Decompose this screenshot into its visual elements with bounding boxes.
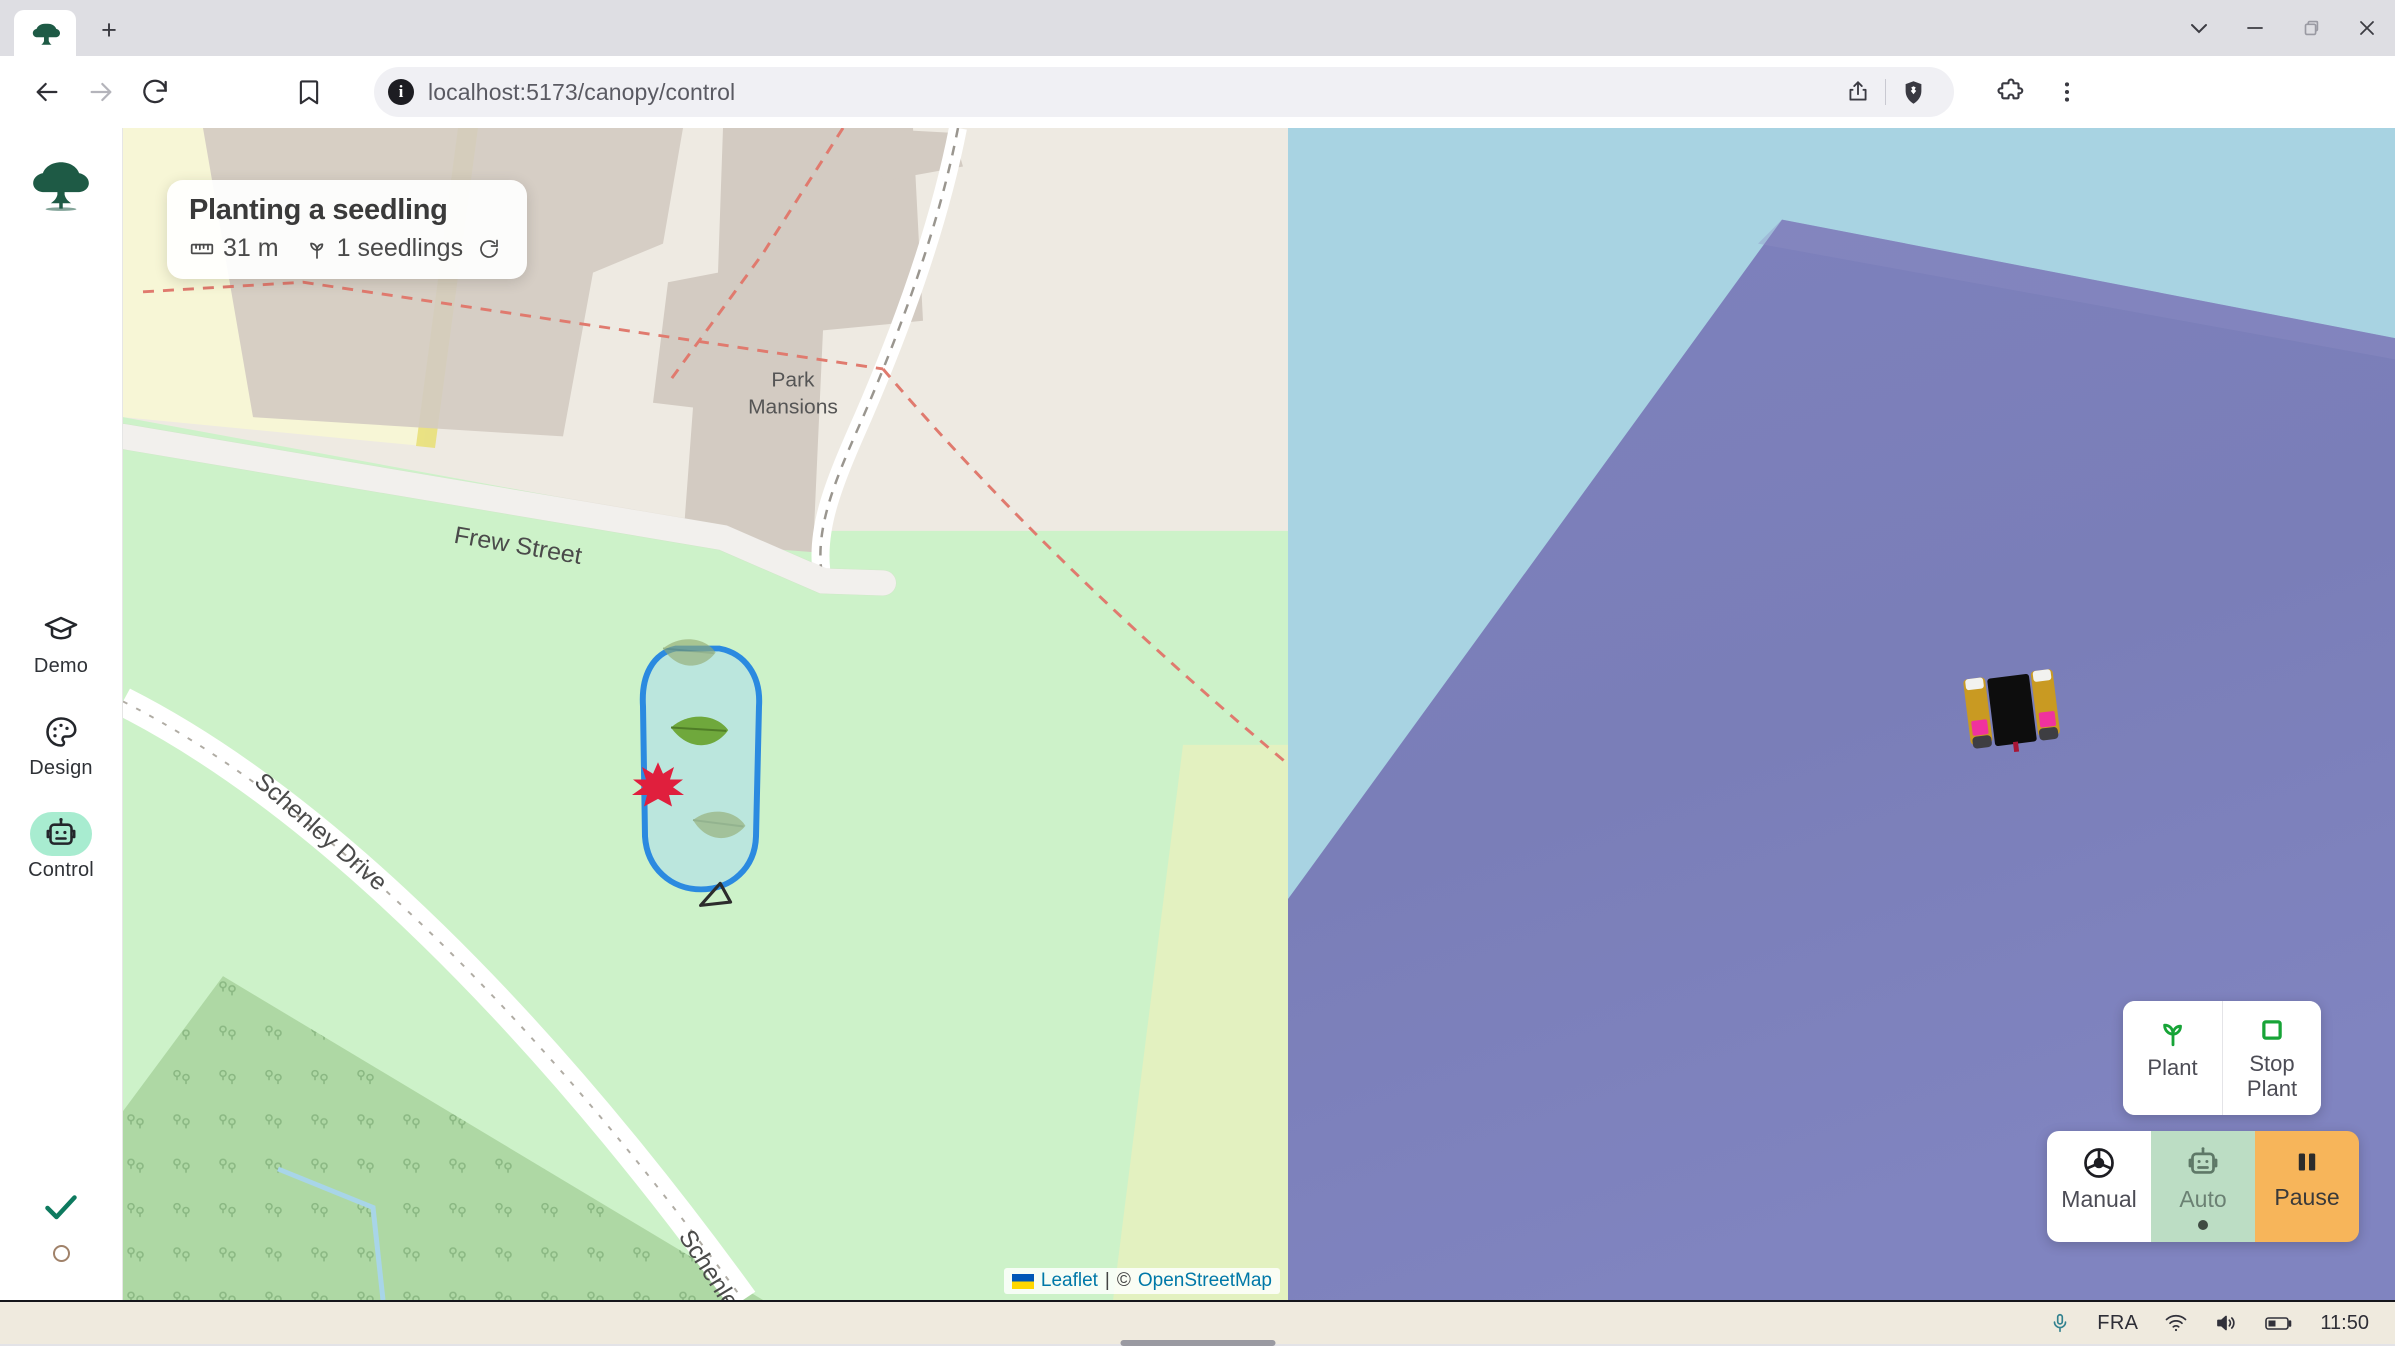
- site-info-glyph: i: [399, 82, 404, 102]
- page-viewport: Demo Design Control: [0, 128, 2395, 1300]
- openstreetmap-link[interactable]: OpenStreetMap: [1138, 1270, 1272, 1292]
- new-tab-label: +: [101, 17, 117, 44]
- sidebar-item-design[interactable]: Design: [0, 710, 122, 780]
- mode-manual-label: Manual: [2061, 1188, 2136, 1211]
- mode-control-group: Manual Auto: [2047, 1131, 2359, 1242]
- battery-icon[interactable]: [2264, 1312, 2294, 1334]
- minimize-icon[interactable]: [2227, 0, 2283, 56]
- chevron-down-icon[interactable]: [2171, 0, 2227, 56]
- plant-button[interactable]: Plant: [2123, 1001, 2222, 1115]
- robot-accent: [2039, 711, 2057, 728]
- robot-accent: [1971, 719, 1989, 736]
- browser-toolbar: i localhost:5173/canopy/control: [0, 56, 2395, 128]
- robot-icon: [2185, 1145, 2221, 1181]
- extensions-icon[interactable]: [1986, 67, 2036, 117]
- plant-button-label: Plant: [2147, 1056, 2197, 1081]
- speaker-icon[interactable]: [2214, 1311, 2238, 1335]
- bookmark-icon[interactable]: [284, 67, 334, 117]
- three-d-scene[interactable]: [1288, 128, 2395, 1300]
- site-info-icon[interactable]: i: [388, 79, 414, 105]
- pause-icon: [2290, 1145, 2324, 1179]
- share-icon[interactable]: [1837, 71, 1879, 113]
- popup-title: Planting a seedling: [189, 194, 501, 227]
- sidebar-item-control[interactable]: Control: [0, 812, 122, 882]
- copyright-symbol: ©: [1117, 1270, 1131, 1292]
- new-tab-button[interactable]: +: [86, 7, 132, 53]
- plant-control-group: Plant Stop Plant: [2123, 1001, 2321, 1115]
- stop-square-icon: [2257, 1015, 2287, 1045]
- circle-icon: [53, 1245, 70, 1262]
- taskbar-clock[interactable]: 11:50: [2320, 1312, 2369, 1335]
- wifi-icon[interactable]: [2164, 1311, 2188, 1335]
- mode-pause-label: Pause: [2274, 1186, 2339, 1209]
- sidebar-item-label: Design: [29, 757, 92, 780]
- forward-arrow-icon[interactable]: [76, 67, 126, 117]
- sidebar-nav: Demo Design Control: [0, 608, 122, 882]
- graduation-cap-icon: [30, 608, 92, 652]
- leaflet-map-canvas[interactable]: Park Mansions Frew Street Schenley Drive…: [123, 128, 1288, 1300]
- steering-wheel-icon: [2081, 1145, 2117, 1181]
- mode-pause-button[interactable]: Pause: [2255, 1131, 2359, 1242]
- url-bar-actions: [1837, 71, 1940, 113]
- building-label: Park: [771, 369, 815, 392]
- sidebar-item-label: Demo: [34, 655, 88, 678]
- sidebar-item-demo[interactable]: Demo: [0, 608, 122, 678]
- ukraine-flag-icon: [1012, 1274, 1034, 1289]
- map-popup-card[interactable]: Planting a seedling 31 m 1 seedlings: [167, 180, 527, 279]
- robot-icon: [30, 812, 92, 856]
- back-arrow-icon[interactable]: [22, 67, 72, 117]
- window-controls: [2171, 0, 2395, 56]
- map-attribution: Leaflet | © OpenStreetMap: [1004, 1268, 1280, 1294]
- scroll-indicator[interactable]: [1120, 1340, 1275, 1346]
- browser-window: +: [0, 0, 2395, 1344]
- mode-auto-label: Auto: [2179, 1188, 2226, 1211]
- attribution-separator: |: [1105, 1270, 1110, 1292]
- map-pane[interactable]: Park Mansions Frew Street Schenley Drive…: [123, 128, 1288, 1300]
- os-taskbar: FRA 11:50: [0, 1300, 2395, 1344]
- simulation-pane[interactable]: Plant Stop Plant Manual: [1288, 128, 2395, 1300]
- sidebar-status: [0, 1193, 122, 1262]
- url-input[interactable]: localhost:5173/canopy/control: [428, 79, 1823, 106]
- palette-icon: [30, 710, 92, 754]
- check-icon: [42, 1193, 80, 1223]
- app-sidebar: Demo Design Control: [0, 128, 123, 1300]
- leaflet-link[interactable]: Leaflet: [1041, 1270, 1098, 1292]
- mode-auto-selected-dot: [2198, 1220, 2208, 1230]
- close-icon[interactable]: [2339, 0, 2395, 56]
- tree-logo: [28, 154, 94, 220]
- tab-strip: +: [0, 0, 2395, 56]
- divider: [1885, 79, 1886, 105]
- popup-meta: 31 m 1 seedlings: [189, 234, 501, 263]
- microphone-icon[interactable]: [2049, 1312, 2071, 1334]
- popup-seedlings: 1 seedlings: [337, 234, 463, 263]
- browser-tab[interactable]: [14, 10, 76, 58]
- stop-plant-button[interactable]: Stop Plant: [2222, 1001, 2321, 1115]
- ruler-icon: [189, 236, 215, 262]
- robot-sprite: [1957, 660, 2067, 760]
- tree-favicon: [30, 19, 60, 49]
- mode-manual-button[interactable]: Manual: [2047, 1131, 2151, 1242]
- sidebar-item-label: Control: [28, 859, 94, 882]
- popup-distance: 31 m: [223, 234, 279, 263]
- browser-menu-icon[interactable]: [2042, 67, 2092, 117]
- url-bar[interactable]: i localhost:5173/canopy/control: [374, 67, 1954, 117]
- stop-plant-button-label: Stop Plant: [2229, 1052, 2315, 1102]
- language-indicator[interactable]: FRA: [2097, 1312, 2138, 1335]
- reload-icon[interactable]: [130, 67, 180, 117]
- mode-auto-button[interactable]: Auto: [2151, 1131, 2255, 1242]
- robot-body: [1987, 674, 2037, 747]
- sprout-icon: [305, 237, 329, 261]
- building-label: Mansions: [748, 396, 838, 419]
- refresh-icon[interactable]: [477, 237, 501, 261]
- brave-shields-icon[interactable]: [1892, 71, 1934, 113]
- restore-icon[interactable]: [2283, 0, 2339, 56]
- toolbar-right: [1986, 67, 2092, 117]
- sprout-icon: [2156, 1015, 2190, 1049]
